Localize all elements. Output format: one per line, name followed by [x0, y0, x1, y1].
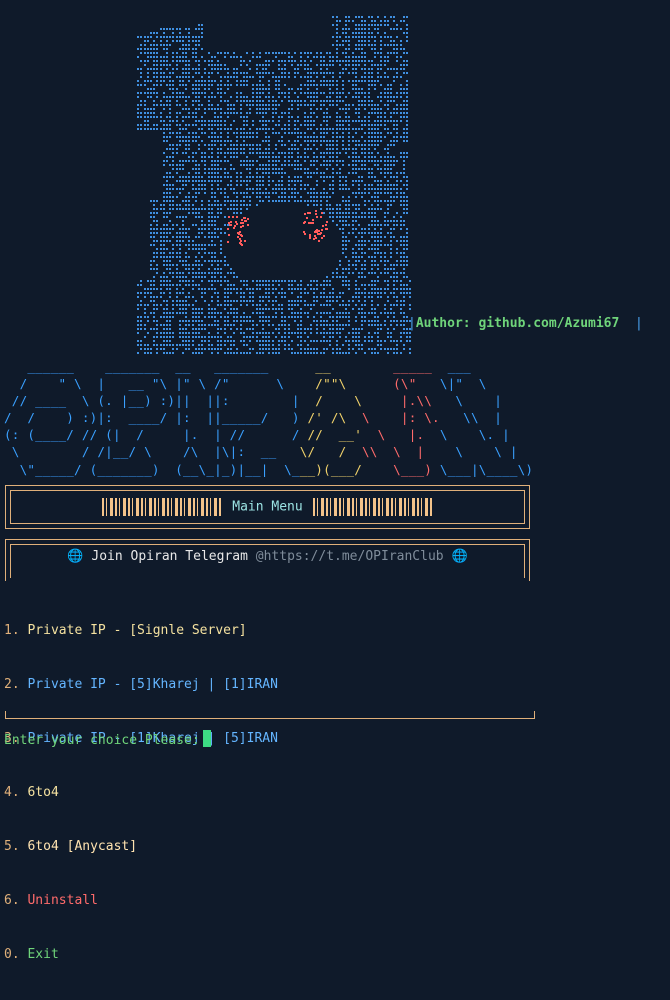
telegram-label: Join Opiran Telegram — [91, 549, 248, 564]
ascii-cat-art — [137, 16, 411, 354]
item-number: 0. — [4, 947, 20, 962]
item-number: 6. — [4, 893, 20, 908]
banner-pre: ______ _______ __ _______ __ _____ ___ /… — [4, 359, 534, 477]
author-text: Author: github.com/Azumi67 — [415, 316, 620, 331]
menu-item-0[interactable]: 0. Exit — [4, 946, 278, 964]
menu-item-2[interactable]: 2. Private IP - [5]Kharej | [1]IRAN — [4, 676, 278, 694]
opiran-ascii-banner: ______ _______ __ _______ __ _____ ___ /… — [4, 358, 554, 478]
item-number: 5. — [4, 839, 20, 854]
barcode-left-icon — [102, 498, 223, 516]
main-menu-title: Main Menu — [232, 499, 303, 515]
menu-items-bottom-border — [5, 711, 535, 719]
item-label: Exit — [27, 947, 59, 962]
menu-items: 1. Private IP - [Signle Server] 2. Priva… — [4, 586, 278, 1000]
item-label: Uninstall — [27, 893, 98, 908]
text-cursor[interactable] — [202, 730, 211, 747]
item-number: 4. — [4, 785, 20, 800]
item-number: 2. — [4, 677, 20, 692]
terminal-window: |Author: github.com/Azumi67 | ______ ___… — [0, 0, 670, 962]
barcode-right-icon — [312, 498, 433, 516]
input-prompt[interactable]: Enter your choice Please: — [4, 730, 211, 748]
author-line: |Author: github.com/Azumi67 | — [408, 316, 643, 331]
telegram-url[interactable]: @https://t.me/OPIranClub — [256, 549, 444, 564]
item-label: Private IP - [5]Kharej | [1]IRAN — [27, 677, 278, 692]
item-label: 6to4 [Anycast] — [27, 839, 138, 854]
menu-item-6[interactable]: 6. Uninstall — [4, 892, 278, 910]
item-number: 1. — [4, 623, 20, 638]
prompt-label: Enter your choice Please: — [4, 733, 200, 748]
telegram-line[interactable]: 🌐 Join Opiran Telegram @https://t.me/OPI… — [6, 549, 529, 564]
telegram-box: 🌐 Join Opiran Telegram @https://t.me/OPI… — [5, 539, 530, 581]
menu-item-5[interactable]: 5. 6to4 [Anycast] — [4, 838, 278, 856]
main-menu-header: Main Menu — [6, 498, 529, 516]
item-label: 6to4 — [27, 785, 59, 800]
globe-icon: 🌐 — [451, 549, 468, 564]
menu-item-1[interactable]: 1. Private IP - [Signle Server] — [4, 622, 278, 640]
main-menu-outer-box: Main Menu — [5, 485, 530, 529]
item-label: Private IP - [Signle Server] — [27, 623, 247, 638]
menu-item-4[interactable]: 4. 6to4 — [4, 784, 278, 802]
globe-icon: 🌐 — [67, 549, 84, 564]
